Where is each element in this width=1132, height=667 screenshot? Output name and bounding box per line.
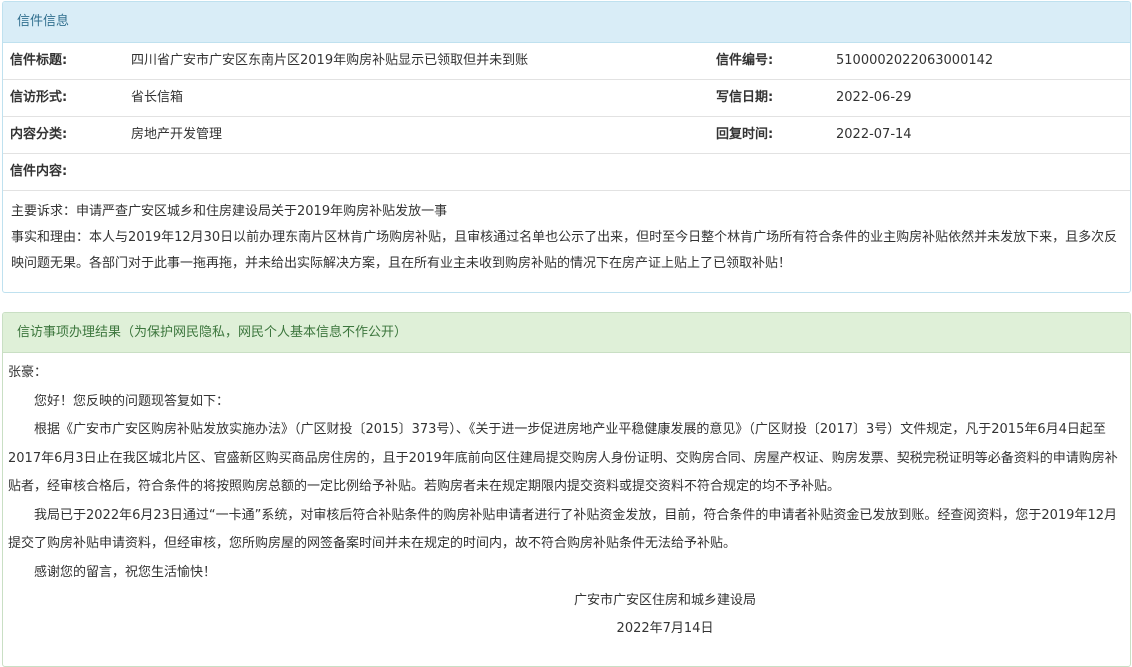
reply-signature: 广安市广安区住房和城乡建设局 [573, 593, 756, 608]
reply-paragraph: 根据《广安市广安区购房补贴发放实施办法》（广区财投〔2015〕373号）、《关于… [8, 422, 1118, 494]
reply-paragraph: 感谢您的留言，祝您生活愉快！ [34, 564, 217, 580]
reply-body: 张豪： 您好！您反映的问题现答复如下： 根据《广安市广安区购房补贴发放实施办法》… [3, 353, 1130, 643]
main-appeal-text: 主要诉求：申请严查广安区城乡和住房建设局关于2019年购房补贴发放一事 [11, 204, 448, 219]
petition-form-label: 信访形式: [10, 90, 68, 105]
facts-reasons-text: 事实和理由：本人与2019年12月30日以前办理东南片区林肯广场购房补贴，且审核… [11, 230, 1118, 271]
handling-result-panel: 信访事项办理结果（为保护网民隐私，网民个人基本信息不作公开） 张豪： 您好！您反… [2, 312, 1131, 667]
handling-result-heading: 信访事项办理结果（为保护网民隐私，网民个人基本信息不作公开） [3, 313, 1130, 353]
write-date-value: 2022-06-29 [836, 90, 912, 105]
info-row-content-label: 信件内容: [3, 154, 1130, 191]
info-row-title: 信件标题: 四川省广安市广安区东南片区2019年购房补贴显示已领取但并未到账 信… [3, 43, 1130, 80]
letter-number-label: 信件编号: [716, 53, 774, 68]
letter-content: 主要诉求：申请严查广安区城乡和住房建设局关于2019年购房补贴发放一事 事实和理… [3, 191, 1130, 277]
info-row-form: 信访形式: 省长信箱 写信日期: 2022-06-29 [3, 80, 1130, 117]
letter-info-panel: 信件信息 信件标题: 四川省广安市广安区东南片区2019年购房补贴显示已领取但并… [2, 1, 1131, 293]
reply-paragraph: 我局已于2022年6月23日通过“一卡通”系统，对审核后符合补贴条件的购房补贴申… [8, 507, 1117, 552]
reply-paragraph: 您好！您反映的问题现答复如下： [34, 393, 230, 409]
petition-form-value: 省长信箱 [131, 90, 184, 105]
reply-time-label: 回复时间: [716, 127, 774, 142]
letter-number-value: 5100002022063000142 [836, 53, 994, 68]
letter-title-value: 四川省广安市广安区东南片区2019年购房补贴显示已领取但并未到账 [131, 53, 529, 68]
reply-salutation: 张豪： [8, 365, 48, 380]
reply-date: 2022年7月14日 [616, 621, 714, 636]
reply-time-value: 2022-07-14 [836, 127, 912, 142]
letter-info-heading: 信件信息 [3, 2, 1130, 43]
letter-content-label: 信件内容: [10, 164, 68, 179]
letter-title-label: 信件标题: [10, 53, 68, 68]
info-row-category: 内容分类: 房地产开发管理 回复时间: 2022-07-14 [3, 117, 1130, 154]
category-label: 内容分类: [10, 127, 68, 142]
category-value: 房地产开发管理 [131, 127, 223, 142]
write-date-label: 写信日期: [716, 90, 774, 105]
